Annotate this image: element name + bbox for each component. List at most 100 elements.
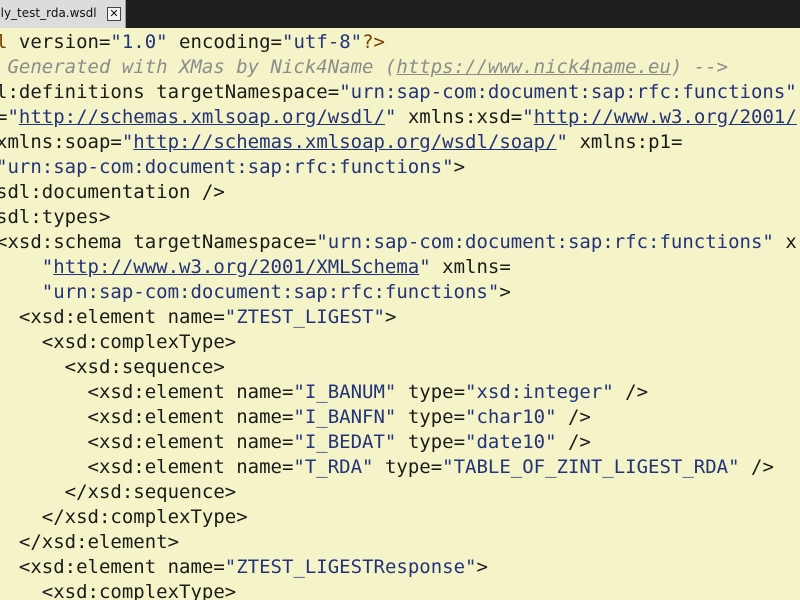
code-line: xmlns:soap="http://schemas.xmlsoap.org/w…: [0, 130, 682, 155]
code-line: <xsd:element name="I_BANUM" type="xsd:in…: [0, 380, 649, 405]
code-token: >: [384, 306, 397, 328]
code-line: <xsd:complexType>: [0, 580, 236, 600]
code-token: name=: [156, 556, 225, 578]
code-token: name=: [224, 431, 294, 453]
code-line: <xsd:element name="T_RDA" type="TABLE_OF…: [0, 455, 774, 480]
code-token: <xsd:element: [0, 456, 225, 478]
code-token: <xsd:element: [0, 381, 225, 403]
code-token: "urn:sap-com:document:sap:rfc:functions": [0, 156, 454, 178]
code-line: "http://www.w3.org/2001/XMLSchema" xmlns…: [0, 255, 511, 280]
code-token: targetNamespace=: [144, 81, 340, 103]
code-token: "ZTEST_LIGESTResponse": [224, 556, 477, 578]
code-line: "urn:sap-com:document:sap:rfc:functions"…: [0, 280, 511, 305]
code-line: <xsd:element name="I_BEDAT" type="date10…: [0, 430, 591, 455]
code-token: type=: [396, 406, 466, 428]
code-line: </xsd:sequence>: [0, 480, 237, 505]
code-token: version=: [7, 31, 111, 53]
code-line: <xsd:schema targetNamespace="urn:sap-com…: [0, 230, 797, 255]
code-token: "urn:sap-com:document:sap:rfc:functions": [316, 231, 774, 253]
code-token: https://www.nick4name.eu: [396, 56, 671, 78]
code-token: >: [499, 281, 511, 303]
code-line: <xsd:sequence>: [0, 355, 225, 380]
code-token: "I_BEDAT": [293, 431, 397, 453]
code-line: l version="1.0" encoding="utf-8"?>: [0, 30, 385, 55]
code-token: http://schemas.xmlsoap.org/wsdl/soap/: [133, 131, 557, 153]
code-token: ": [7, 106, 19, 128]
code-token: />: [739, 456, 774, 478]
code-token: encoding=: [167, 31, 282, 53]
code-token: "I_BANUM": [293, 381, 397, 403]
code-token: ": [419, 256, 431, 278]
code-line: </xsd:element>: [0, 530, 179, 555]
code-token: l:definitions: [0, 81, 145, 103]
code-token: name=: [156, 306, 225, 328]
code-token: name=: [224, 406, 294, 428]
code-line: sdl:types>: [0, 205, 110, 230]
code-token: Generated with XMas by Nick4Name (: [0, 56, 397, 78]
code-token: "urn:sap-com:document:sap:rfc:functions": [339, 81, 797, 103]
code-token: <xsd:complexType>: [0, 331, 237, 353]
code-token: x: [773, 231, 797, 253]
code-token: <xsd:element: [0, 306, 157, 328]
code-token: ?>: [362, 31, 385, 53]
code-token: http://www.w3.org/2001/XMLSchema: [53, 256, 420, 278]
code-line: <xsd:element name="ZTEST_LIGESTResponse"…: [0, 555, 488, 580]
code-token: sdl:types>: [0, 206, 111, 228]
code-token: >: [476, 556, 488, 578]
code-token: xmlns:xsd=: [396, 106, 523, 128]
code-token: "T_RDA": [293, 456, 374, 478]
code-token: http://schemas.xmlsoap.org/wsdl/: [18, 106, 385, 128]
code-line: sdl:documentation />: [0, 180, 225, 205]
code-token: </xsd:element>: [0, 531, 180, 553]
tab-file-label: ply_test_rda.wsdl: [0, 6, 97, 20]
code-token: "xsd:integer": [465, 381, 614, 403]
close-icon[interactable]: ✕: [107, 7, 121, 21]
code-line: </xsd:complexType>: [0, 505, 248, 530]
code-token: "TABLE_OF_ZINT_LIGEST_RDA": [442, 456, 740, 478]
code-token: <xsd:complexType>: [0, 581, 237, 600]
code-token: ) -->: [670, 56, 729, 78]
code-token: http://www.w3.org/2001/: [533, 106, 797, 128]
code-token: xmlns=: [430, 256, 511, 278]
code-token: ": [556, 131, 568, 153]
code-line: Generated with XMas by Nick4Name (https:…: [0, 55, 728, 80]
code-token: name=: [224, 456, 294, 478]
code-token: </xsd:complexType>: [0, 506, 248, 528]
code-line: <xsd:complexType>: [0, 330, 236, 355]
code-token: name=: [224, 381, 294, 403]
code-token: ": [0, 256, 54, 278]
code-token: sdl:documentation />: [0, 181, 225, 203]
code-token: />: [556, 431, 591, 453]
code-line: <xsd:element name="ZTEST_LIGEST">: [0, 305, 397, 330]
code-token: >: [453, 156, 466, 178]
code-token: targetNamespace=: [121, 231, 317, 253]
code-token: "ZTEST_LIGEST": [224, 306, 385, 328]
code-token: "utf-8": [282, 31, 363, 53]
code-line: ="http://schemas.xmlsoap.org/wsdl/" xmln…: [0, 105, 797, 130]
tab-file[interactable]: ply_test_rda.wsdl ✕: [0, 0, 126, 28]
code-token: <xsd:element: [0, 406, 225, 428]
code-token: />: [556, 406, 591, 428]
code-token: type=: [373, 456, 443, 478]
code-line: "urn:sap-com:document:sap:rfc:functions"…: [0, 155, 465, 180]
code-token: </xsd:sequence>: [0, 481, 237, 503]
code-token: />: [613, 381, 649, 403]
code-token: "date10": [465, 431, 557, 453]
code-line: l:definitions targetNamespace="urn:sap-c…: [0, 80, 797, 105]
code-token: "I_BANFN": [293, 406, 397, 428]
code-token: "1.0": [110, 31, 168, 53]
code-token: ": [384, 106, 397, 128]
code-token: ": [121, 131, 134, 153]
code-token: ": [522, 106, 534, 128]
code-token: xmlns:p1=: [568, 131, 683, 153]
code-token: <xsd:sequence>: [0, 356, 225, 378]
editor-tab-bar: ply_test_rda.wsdl ✕: [0, 0, 800, 28]
code-token: "urn:sap-com:document:sap:rfc:functions": [0, 281, 500, 303]
code-line: <xsd:element name="I_BANFN" type="char10…: [0, 405, 591, 430]
code-token: <xsd:element: [0, 431, 225, 453]
code-token: type=: [396, 431, 466, 453]
code-editor[interactable]: l version="1.0" encoding="utf-8"?> Gener…: [0, 28, 800, 600]
code-token: "char10": [465, 406, 557, 428]
code-token: xmlns:soap=: [0, 131, 122, 153]
code-token: type=: [396, 381, 466, 403]
